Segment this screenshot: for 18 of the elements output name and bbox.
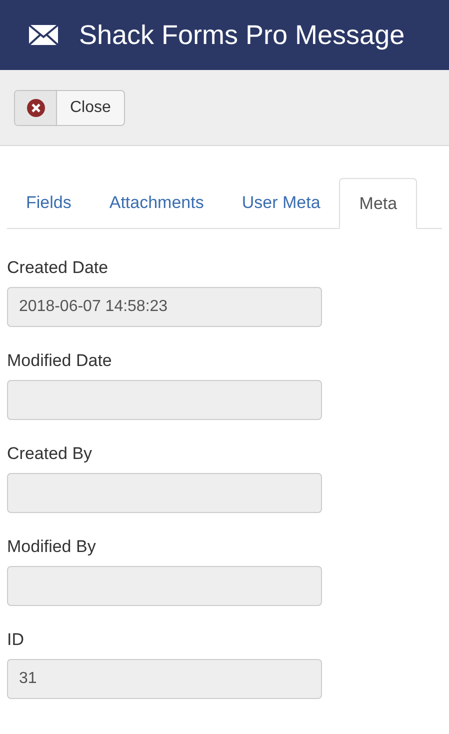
envelope-icon [28, 24, 59, 46]
input-field[interactable] [7, 566, 322, 606]
input-field[interactable]: 31 [7, 659, 322, 699]
field-label: Created By [7, 443, 94, 465]
close-button[interactable]: Close [14, 90, 125, 126]
tab[interactable]: Fields [7, 177, 90, 228]
tab[interactable]: Attachments [90, 177, 223, 228]
close-icon [26, 98, 44, 116]
input-field[interactable]: 2018-06-07 14:58:23 [7, 287, 322, 327]
field-label: Modified By [7, 536, 97, 558]
field-label: ID [7, 629, 25, 651]
tab[interactable]: Meta [339, 178, 418, 229]
input-field[interactable] [7, 380, 322, 420]
input-field[interactable] [7, 473, 322, 513]
page-title: Shack Forms Pro Message [79, 18, 405, 52]
tab[interactable]: User Meta [222, 177, 340, 228]
field-label: Modified Date [7, 350, 113, 372]
field-label: Created Date [7, 257, 110, 279]
